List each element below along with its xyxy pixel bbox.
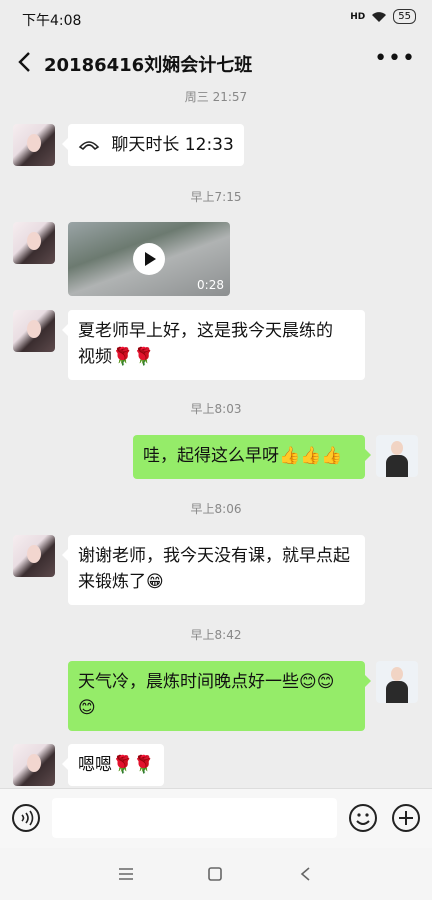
video-duration: 0:28	[197, 278, 224, 292]
message-text: 来锻炼了😁	[78, 572, 164, 592]
message-text: 谢谢老师，我今天没有课，就早点起	[78, 546, 350, 566]
avatar[interactable]	[13, 744, 55, 786]
video-thumbnail[interactable]: 0:28	[68, 222, 230, 296]
message-bubble[interactable]: 天气冷，晨炼时间晚点好一些😊😊 😊	[68, 661, 371, 731]
timestamp: 早上8:42	[190, 628, 242, 642]
back-icon[interactable]	[299, 866, 313, 882]
avatar[interactable]	[376, 661, 418, 703]
play-icon[interactable]	[133, 243, 165, 275]
avatar[interactable]	[376, 435, 418, 477]
message-bubble[interactable]: 哇，起得这么早呀👍👍👍	[133, 435, 371, 479]
chat-area[interactable]: 周三 21:57 聊天时长 12:33 早上7:15 0:28 夏老师早上好，这…	[0, 86, 432, 788]
message-text: 嗯嗯🌹🌹	[78, 755, 155, 775]
message-text: 夏老师早上好，这是我今天晨练的	[78, 321, 333, 341]
message-input[interactable]	[52, 798, 337, 838]
avatar[interactable]	[13, 310, 55, 352]
message-text: 天气冷，晨炼时间晚点好一些😊😊	[78, 672, 335, 692]
chat-title: 20186416刘娴会计七班	[44, 55, 253, 76]
call-duration-text: 聊天时长 12:33	[111, 135, 234, 155]
home-icon[interactable]	[207, 866, 223, 882]
back-chevron-icon[interactable]	[12, 48, 40, 76]
more-icon[interactable]: •••	[374, 46, 416, 71]
message-text: 视频🌹🌹	[78, 347, 155, 367]
status-bar: 下午4:08 HD 55	[0, 0, 432, 38]
wifi-icon	[372, 11, 387, 22]
timestamp: 早上8:03	[190, 402, 242, 416]
voice-icon[interactable]	[11, 803, 41, 833]
emoji-icon[interactable]	[348, 803, 378, 833]
avatar[interactable]	[13, 222, 55, 264]
avatar[interactable]	[13, 535, 55, 577]
plus-icon[interactable]	[391, 803, 421, 833]
status-icons: HD 55	[350, 9, 416, 24]
call-bubble[interactable]: 聊天时长 12:33	[62, 124, 244, 166]
avatar[interactable]	[13, 124, 55, 166]
message-text: 哇，起得这么早呀👍👍👍	[143, 446, 343, 466]
timestamp: 周三 21:57	[184, 90, 248, 104]
message-bubble[interactable]: 夏老师早上好，这是我今天晨练的 视频🌹🌹	[62, 310, 365, 380]
timestamp: 早上8:06	[190, 502, 242, 516]
timestamp: 早上7:15	[190, 190, 242, 204]
phone-icon	[78, 141, 100, 151]
menu-icon[interactable]	[118, 867, 134, 881]
battery-icon: 55	[393, 9, 416, 24]
signal-icon: HD	[350, 11, 366, 22]
status-time: 下午4:08	[22, 13, 82, 29]
message-bubble[interactable]: 嗯嗯🌹🌹	[61, 744, 165, 786]
chat-header: 20186416刘娴会计七班 •••	[0, 38, 432, 86]
system-nav-bar	[0, 848, 432, 900]
message-text: 😊	[78, 698, 96, 718]
input-bar	[0, 788, 432, 849]
message-bubble[interactable]: 谢谢老师，我今天没有课，就早点起 来锻炼了😁	[62, 535, 365, 605]
